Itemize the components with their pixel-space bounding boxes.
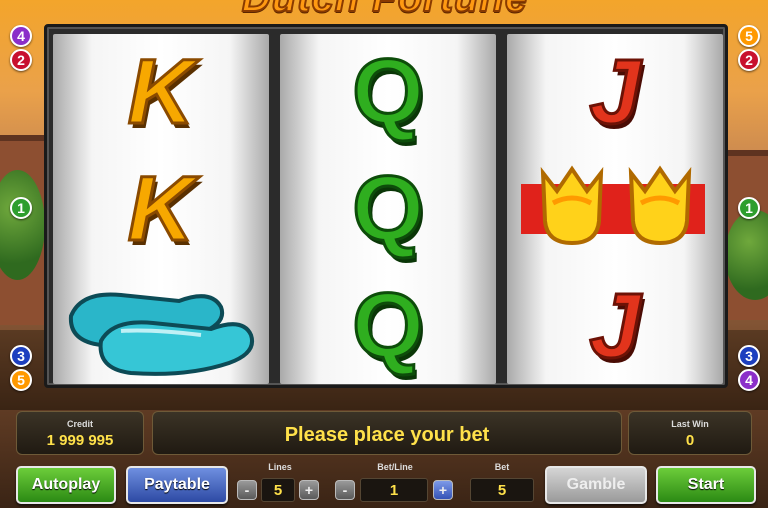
tulip-icon: [628, 165, 692, 246]
bet-line-value: 1: [360, 478, 428, 502]
tulip-icon: [540, 165, 604, 246]
last-win-panel: Last Win 0: [628, 411, 752, 455]
lines-decrease-button[interactable]: -: [237, 480, 257, 500]
payline-left-3[interactable]: 3: [10, 345, 32, 367]
reel-1-cell-2: K: [53, 151, 269, 267]
payline-right-5[interactable]: 5: [738, 25, 760, 47]
clog-icon: [68, 292, 254, 376]
payline-right-1[interactable]: 1: [738, 197, 760, 219]
autoplay-button[interactable]: Autoplay: [16, 466, 116, 504]
bet-line-label: Bet/Line: [377, 462, 413, 472]
credit-value: 1 999 995: [46, 432, 114, 449]
lines-value: 5: [261, 478, 295, 502]
reel-1: K K: [53, 34, 269, 384]
bet-line-decrease-button[interactable]: -: [335, 480, 355, 500]
payline-left-5[interactable]: 5: [10, 369, 32, 391]
last-win-value: 0: [685, 432, 695, 449]
bet-label: Bet: [494, 462, 510, 472]
lines-increase-button[interactable]: +: [299, 480, 319, 500]
payline-left-2[interactable]: 2: [10, 49, 32, 71]
reel-2-cell-2: Q: [280, 151, 496, 267]
message-panel: Please place your bet: [152, 411, 622, 455]
symbol-q: Q: [351, 275, 426, 377]
reel-2-cell-3: Q: [280, 268, 496, 384]
symbol-j: J: [588, 275, 642, 377]
start-button[interactable]: Start: [656, 466, 756, 504]
symbol-j: J: [588, 41, 642, 143]
status-message: Please place your bet: [284, 424, 490, 446]
reel-3-cell-3: J: [507, 268, 723, 384]
symbol-k: K: [126, 158, 195, 260]
bet-line-increase-button[interactable]: +: [433, 480, 453, 500]
bet-value: 5: [470, 478, 534, 502]
reel-window: K K Q Q Q J J: [44, 24, 728, 388]
reel-3: J J: [507, 34, 723, 384]
reel-1-cell-3: [53, 268, 269, 384]
paytable-button[interactable]: Paytable: [126, 466, 228, 504]
credit-label: Credit: [66, 419, 93, 429]
gamble-button[interactable]: Gamble: [545, 466, 647, 504]
reel-2: Q Q Q: [280, 34, 496, 384]
payline-left-4[interactable]: 4: [10, 25, 32, 47]
payline-right-4[interactable]: 4: [738, 369, 760, 391]
reel-2-cell-1: Q: [280, 34, 496, 150]
last-win-label: Last Win: [671, 419, 709, 429]
symbol-q: Q: [351, 41, 426, 143]
reel-1-cell-1: K: [53, 34, 269, 150]
credit-panel: Credit 1 999 995: [16, 411, 144, 455]
game-title: Dutch Fortune: [175, 0, 595, 21]
payline-right-3[interactable]: 3: [738, 345, 760, 367]
reel-3-cell-1: J: [507, 34, 723, 150]
payline-left-1[interactable]: 1: [10, 197, 32, 219]
reel-3-cell-2: [507, 151, 723, 267]
lines-label: Lines: [268, 462, 292, 472]
payline-right-2[interactable]: 2: [738, 49, 760, 71]
symbol-q: Q: [351, 158, 426, 260]
symbol-k: K: [126, 41, 195, 143]
